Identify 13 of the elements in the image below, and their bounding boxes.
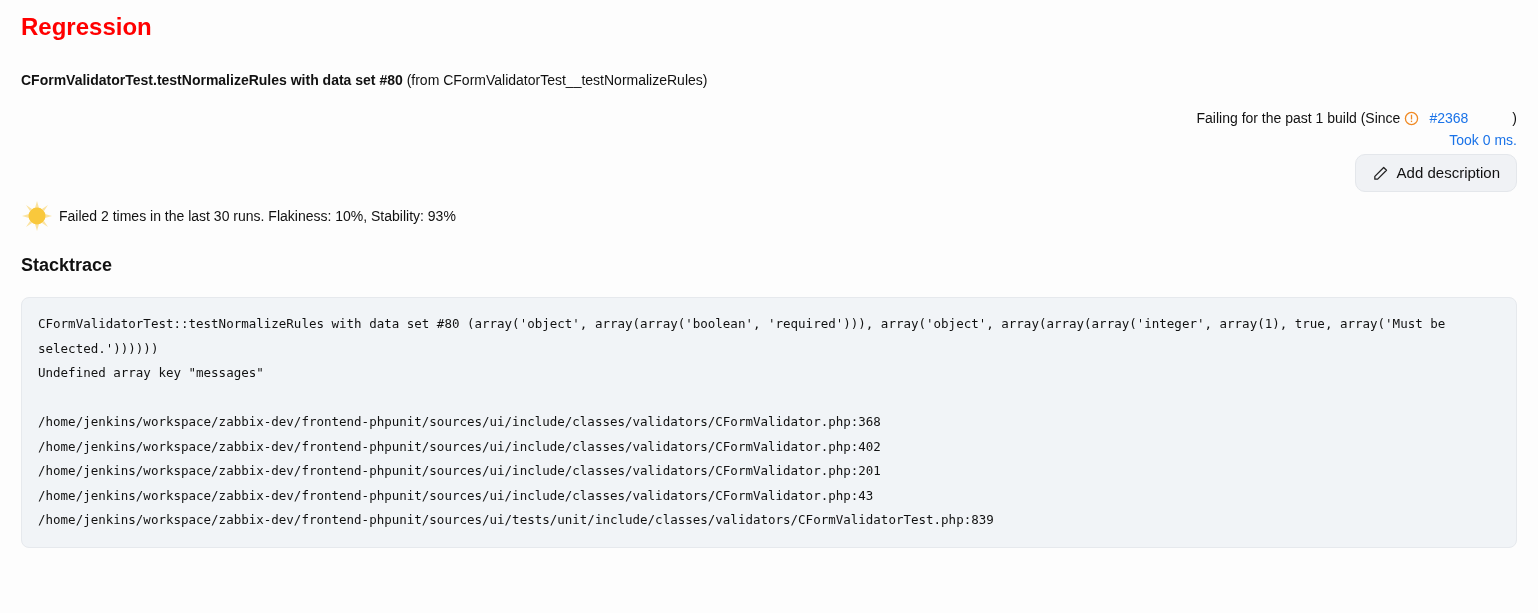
stacktrace-block: CFormValidatorTest::testNormalizeRules with data set #80 (array('object', array(array('boolean', 'required'))), array('object', array(array(array('integer', array(1), true, array('Must be selected.')))))) Undefined array key "messages" /home/jenkins/workspace/zabbix-dev/frontend-phpunit/sources/ui/include/classes/validators/CFormValidator.php:368 /home/jenkins/workspace/zabbix-dev/frontend-phpunit/sources/ui/include/classes/validators/CFormValidator.php:402 /home/jenkins/workspace/zabbix-dev/frontend-phpunit/sources/ui/include/classes/validators/CFormValidator.php:201 /home/jenkins/workspace/zabbix-dev/frontend-phpunit/sources/ui/include/classes/validators/CFormValidator.php:43 /home/jenkins/workspace/zabbix-dev/frontend-phpunit/sources/ui/tests/unit/include/classes/validators/CFormValidatorTest.php:839 [21, 297, 1517, 548]
sun-icon [21, 200, 53, 232]
test-name: CFormValidatorTest.testNormalizeRules with data set #80 (from CFormValidatorTest__testNormalizeRules) [21, 72, 708, 88]
closing-parenthesis: ) [1512, 109, 1517, 128]
warning-icon [1404, 110, 1420, 126]
failing-text: Failing for the past 1 build (Since [1196, 109, 1401, 128]
pencil-icon [1371, 164, 1389, 182]
health-summary: Failed 2 times in the last 30 runs. Flakiness: 10%, Stability: 93% [59, 206, 456, 226]
section-heading: Stacktrace [21, 254, 113, 277]
duration-link[interactable]: Took 0 ms. [1449, 130, 1517, 150]
build-link[interactable]: #2368 [1429, 108, 1469, 128]
add-description-button[interactable]: Add description [1354, 154, 1517, 192]
page-title: Regression [21, 12, 152, 42]
